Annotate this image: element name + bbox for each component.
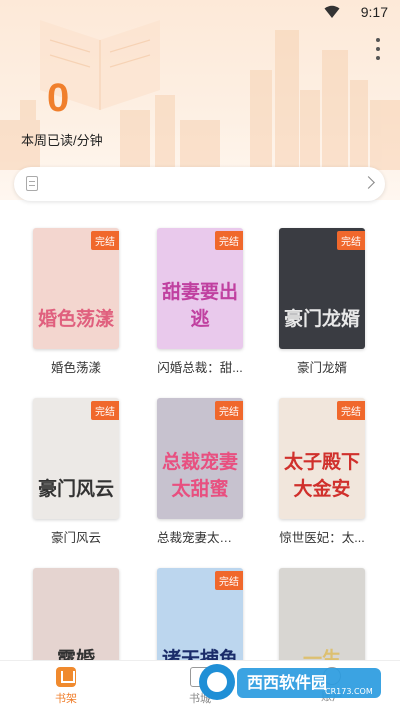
watermark-logo: 西西软件园 CR173.COM — [199, 664, 381, 700]
book-item[interactable]: 太子殿下大金安 完结惊世医妃：太... — [267, 398, 377, 546]
search-bar[interactable] — [14, 167, 385, 201]
book-cover-title: 婚色荡漾 — [37, 308, 114, 330]
completed-badge: 完结 — [337, 231, 365, 250]
tab-label: 书架 — [55, 693, 77, 705]
completed-badge: 完结 — [215, 231, 243, 250]
weekly-read-count: 0 — [47, 76, 70, 120]
book-cover[interactable]: 甜妻要出逃 完结 — [157, 228, 243, 349]
book-cover[interactable]: 豪门龙婿 完结 — [279, 228, 365, 349]
book-cover[interactable]: 总裁宠妻太甜蜜 完结 — [157, 398, 243, 519]
watermark-brand: 西西软件园 — [247, 673, 327, 692]
book-cover-title: 甜妻要出逃 — [161, 281, 238, 330]
document-icon — [26, 176, 38, 191]
completed-badge: 完结 — [215, 571, 243, 590]
completed-badge: 完结 — [91, 231, 119, 250]
completed-badge: 完结 — [91, 401, 119, 420]
book-cover-title: 总裁宠妻太甜蜜 — [161, 451, 238, 500]
tab-bookshelf[interactable]: 书架 — [26, 667, 106, 706]
book-title: 婚色荡漾 — [50, 361, 101, 375]
wifi-icon — [324, 5, 340, 18]
book-cover[interactable]: 太子殿下大金安 完结 — [279, 398, 365, 519]
book-cover-title: 豪门龙婿 — [283, 308, 360, 330]
book-item[interactable]: 豪门风云 完结豪门风云 — [21, 398, 131, 546]
weekly-read-label: 本周已读/分钟 — [21, 133, 103, 148]
book-item[interactable]: 甜妻要出逃 完结闪婚总裁：甜... — [145, 228, 255, 376]
book-title: 豪门风云 — [50, 531, 101, 545]
book-cover-title: 豪门风云 — [37, 478, 114, 500]
book-cover[interactable]: 豪门风云 完结 — [33, 398, 119, 519]
status-bar: 9:17 — [0, 0, 400, 26]
completed-badge: 完结 — [215, 401, 243, 420]
book-item[interactable]: 总裁宠妻太甜蜜 完结总裁宠妻太甜蜜 — [145, 398, 255, 546]
bookshelf-icon — [56, 667, 76, 687]
chevron-right-icon — [362, 176, 375, 189]
book-title: 闪婚总裁：甜... — [157, 361, 243, 375]
more-options-icon[interactable] — [374, 38, 382, 60]
completed-badge: 完结 — [337, 401, 365, 420]
book-cover[interactable]: 婚色荡漾 完结 — [33, 228, 119, 349]
book-item[interactable]: 婚色荡漾 完结婚色荡漾 — [21, 228, 131, 376]
book-title: 豪门龙婿 — [296, 361, 347, 375]
status-time: 9:17 — [360, 4, 388, 20]
watermark-url: CR173.COM — [325, 687, 373, 696]
book-cover-title: 太子殿下大金安 — [283, 451, 360, 500]
book-title: 总裁宠妻太甜蜜 — [157, 531, 243, 545]
book-title: 惊世医妃：太... — [279, 531, 365, 545]
book-item[interactable]: 豪门龙婿 完结豪门龙婿 — [267, 228, 377, 376]
